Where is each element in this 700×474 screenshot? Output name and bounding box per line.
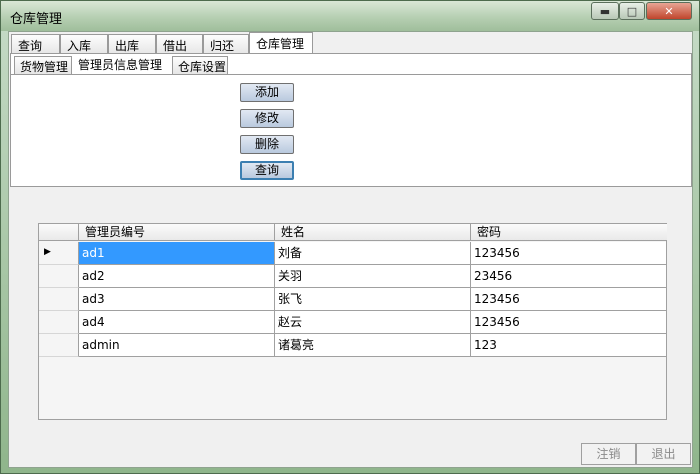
- grid-corner-header: [39, 224, 79, 241]
- exit-button[interactable]: 退出: [636, 443, 691, 465]
- table-cell[interactable]: 123456: [471, 311, 667, 334]
- table-cell[interactable]: 赵云: [275, 311, 471, 334]
- admin-data-grid[interactable]: 管理员编号 姓名 密码 ▶ ad1 刘备 123456 ad2 关羽 23456…: [38, 223, 667, 420]
- app-window: 仓库管理 ▬ □ ✕ 查询 入库 出库 借出 归还 仓库管理 货物管理 管理员信…: [0, 0, 700, 474]
- modify-button[interactable]: 修改: [240, 109, 294, 128]
- table-cell[interactable]: ad3: [79, 288, 275, 311]
- current-row-arrow-icon: ▶: [44, 247, 51, 257]
- tab-stock-in[interactable]: 入库: [60, 34, 108, 54]
- tab-warehouse-management[interactable]: 仓库管理: [249, 32, 313, 54]
- close-button[interactable]: ✕: [646, 2, 692, 20]
- tab-query[interactable]: 查询: [11, 34, 60, 54]
- window-title: 仓库管理: [10, 12, 63, 27]
- maximize-icon: □: [626, 4, 638, 18]
- row-header[interactable]: [39, 288, 79, 311]
- column-header-admin-id[interactable]: 管理员编号: [79, 224, 275, 241]
- subtab-admin-info-management[interactable]: 管理员信息管理: [72, 54, 172, 74]
- table-cell[interactable]: ad1: [79, 242, 275, 265]
- subtab-divider: [11, 74, 691, 75]
- table-cell[interactable]: 刘备: [275, 242, 471, 265]
- query-button[interactable]: 查询: [240, 161, 294, 180]
- table-cell[interactable]: 诸葛亮: [275, 334, 471, 357]
- subtab-warehouse-settings[interactable]: 仓库设置: [172, 56, 228, 74]
- row-header[interactable]: [39, 265, 79, 288]
- minimize-icon: ▬: [599, 4, 611, 18]
- minimize-button[interactable]: ▬: [591, 2, 619, 20]
- table-cell[interactable]: 123: [471, 334, 667, 357]
- row-header[interactable]: [39, 334, 79, 357]
- column-header-password[interactable]: 密码: [471, 224, 667, 241]
- maximize-button[interactable]: □: [619, 2, 645, 20]
- logout-button[interactable]: 注销: [581, 443, 636, 465]
- close-icon: ✕: [664, 4, 674, 18]
- tab-stock-out[interactable]: 出库: [108, 34, 156, 54]
- delete-button[interactable]: 删除: [240, 135, 294, 154]
- table-cell[interactable]: 张飞: [275, 288, 471, 311]
- table-cell[interactable]: 123456: [471, 242, 667, 265]
- table-cell[interactable]: ad2: [79, 265, 275, 288]
- warehouse-management-panel: 货物管理 管理员信息管理 仓库设置 添加 修改 删除 查询: [10, 53, 692, 187]
- table-cell[interactable]: ad4: [79, 311, 275, 334]
- client-area: 查询 入库 出库 借出 归还 仓库管理 货物管理 管理员信息管理 仓库设置 添加…: [8, 31, 693, 468]
- table-cell[interactable]: 123456: [471, 288, 667, 311]
- title-bar[interactable]: 仓库管理 ▬ □ ✕: [1, 1, 699, 31]
- row-header[interactable]: ▶: [39, 242, 79, 265]
- tab-return[interactable]: 归还: [203, 34, 249, 54]
- row-header[interactable]: [39, 311, 79, 334]
- add-button[interactable]: 添加: [240, 83, 294, 102]
- tab-lend[interactable]: 借出: [156, 34, 203, 54]
- table-cell[interactable]: 关羽: [275, 265, 471, 288]
- table-cell[interactable]: 23456: [471, 265, 667, 288]
- subtab-goods-management[interactable]: 货物管理: [14, 56, 72, 74]
- table-cell[interactable]: admin: [79, 334, 275, 357]
- column-header-name[interactable]: 姓名: [275, 224, 471, 241]
